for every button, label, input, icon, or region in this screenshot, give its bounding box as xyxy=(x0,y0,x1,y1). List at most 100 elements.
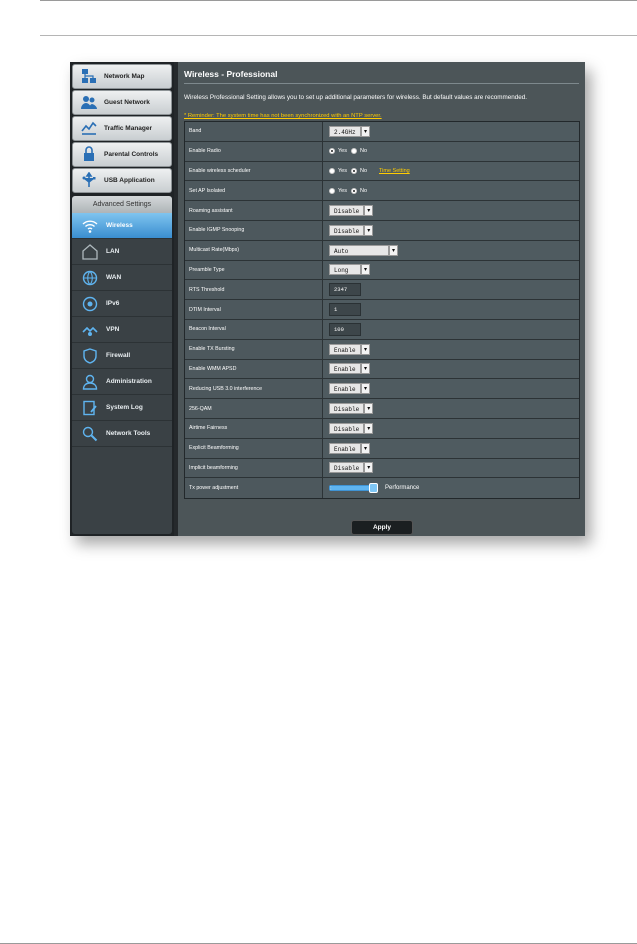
setting-row-tx-bursting: Enable TX Bursting Enable ▾ xyxy=(185,339,579,360)
page-description: Wireless Professional Setting allows you… xyxy=(184,94,527,101)
select-value: Enable xyxy=(329,442,361,454)
slider-handle[interactable] xyxy=(369,483,378,494)
setting-label: Set AP Isolated xyxy=(185,181,323,201)
sidebar-item-wan[interactable]: WAN xyxy=(72,265,172,291)
setting-row-airtime-fairness: Airtime Fairness Disable ▾ xyxy=(185,418,579,439)
chevron-down-icon: ▾ xyxy=(361,383,370,395)
wmm-apsd-select[interactable]: Enable ▾ xyxy=(329,363,370,375)
sidebar-item-network-map[interactable]: Network Map xyxy=(72,64,172,89)
ipv6-icon xyxy=(82,296,98,312)
setting-label: DTIM Interval xyxy=(185,300,323,319)
ap-isolated-yes-radio[interactable]: Yes xyxy=(329,187,347,194)
qam256-select[interactable]: Disable ▾ xyxy=(329,403,374,415)
radio-label: Yes xyxy=(338,187,347,194)
select-value: Auto xyxy=(329,244,389,256)
chevron-down-icon: ▾ xyxy=(364,224,374,236)
setting-label: Band xyxy=(185,122,323,141)
setting-label: Beacon Interval xyxy=(185,319,323,339)
vpn-icon xyxy=(82,322,98,338)
setting-label: Enable Radio xyxy=(185,141,323,161)
multicast-rate-select[interactable]: Auto ▾ xyxy=(329,244,398,256)
setting-row-beacon-interval: Beacon Interval 100 xyxy=(185,319,579,340)
scheduler-yes-radio[interactable]: Yes xyxy=(329,167,347,174)
select-value: Disable xyxy=(329,205,365,217)
beacon-interval-input[interactable]: 100 xyxy=(329,322,361,336)
sidebar-item-ipv6[interactable]: IPv6 xyxy=(72,291,172,317)
setting-row-explicit-beamforming: Explicit Beamforming Enable ▾ xyxy=(185,438,579,459)
sidebar: Network Map Guest Network Traffic Manage… xyxy=(70,62,174,536)
setting-label: Preamble Type xyxy=(185,260,323,280)
airtime-fairness-select[interactable]: Disable ▾ xyxy=(329,422,374,434)
sidebar-item-label: System Log xyxy=(106,404,143,411)
select-value: Enable xyxy=(329,383,361,395)
setting-row-roaming-assistant: Roaming assistant Disable ▾ xyxy=(185,201,579,221)
sidebar-item-system-log[interactable]: System Log xyxy=(72,395,172,421)
dtim-interval-input[interactable]: 1 xyxy=(329,303,361,317)
sidebar-item-guest-network[interactable]: Guest Network xyxy=(72,90,172,115)
sidebar-item-lan[interactable]: LAN xyxy=(72,239,172,265)
sidebar-item-usb-application[interactable]: USB Application xyxy=(72,168,172,193)
sidebar-item-firewall[interactable]: Firewall xyxy=(72,343,172,369)
scheduler-no-radio[interactable]: No xyxy=(350,167,367,174)
sidebar-item-wireless[interactable]: Wireless xyxy=(72,213,172,239)
setting-label: Reducing USB 3.0 interference xyxy=(185,379,323,399)
advanced-settings-menu: Advanced Settings Wireless LAN WAN IPv6 … xyxy=(72,196,172,534)
chevron-down-icon: ▾ xyxy=(361,264,370,276)
setting-label: Enable wireless scheduler xyxy=(185,161,323,181)
radio-label: No xyxy=(359,148,368,155)
explicit-beamforming-select[interactable]: Enable ▾ xyxy=(329,442,370,454)
setting-row-enable-radio: Enable Radio Yes No xyxy=(185,141,579,162)
sidebar-top-menu: Network Map Guest Network Traffic Manage… xyxy=(72,64,172,194)
sidebar-item-label: Parental Controls xyxy=(104,150,159,158)
sidebar-item-label: IPv6 xyxy=(106,300,120,307)
sidebar-item-administration[interactable]: Administration xyxy=(72,369,172,395)
sidebar-item-label: Firewall xyxy=(106,352,131,359)
igmp-snooping-select[interactable]: Disable ▾ xyxy=(329,224,374,236)
radio-label: Yes xyxy=(338,148,347,155)
chevron-down-icon: ▾ xyxy=(364,205,374,217)
tx-bursting-select[interactable]: Enable ▾ xyxy=(329,343,370,355)
setting-row-ap-isolated: Set AP Isolated Yes No xyxy=(185,181,579,202)
band-select[interactable]: 2.4GHz ▾ xyxy=(329,125,370,137)
setting-label: Enable IGMP Snooping xyxy=(185,220,323,240)
sidebar-item-network-tools[interactable]: Network Tools xyxy=(72,421,172,447)
setting-row-band: Band 2.4GHz ▾ xyxy=(185,122,579,142)
setting-label: 256-QAM xyxy=(185,399,323,418)
radio-dot xyxy=(350,187,357,194)
sidebar-item-traffic-manager[interactable]: Traffic Manager xyxy=(72,116,172,141)
setting-label: Implicit beamforming xyxy=(185,458,323,478)
setting-label: Enable TX Bursting xyxy=(185,339,323,359)
wireless-icon xyxy=(82,218,98,234)
rts-threshold-input[interactable]: 2347 xyxy=(329,283,361,297)
setting-row-dtim-interval: DTIM Interval 1 xyxy=(185,300,579,320)
lan-icon xyxy=(82,243,98,260)
sidebar-item-parental-controls[interactable]: Parental Controls xyxy=(72,142,172,167)
implicit-beamforming-select[interactable]: Disable ▾ xyxy=(329,462,374,474)
usb3-interference-select[interactable]: Enable ▾ xyxy=(329,383,370,395)
ntp-reminder-link[interactable]: * Reminder: The system time has not been… xyxy=(184,113,382,119)
top-rule xyxy=(40,0,637,1)
preamble-type-select[interactable]: Long ▾ xyxy=(329,264,370,276)
setting-row-tx-power: Tx power adjustment Performance xyxy=(185,478,579,499)
chevron-down-icon: ▾ xyxy=(389,244,398,256)
sidebar-item-label: USB Application xyxy=(104,176,155,184)
header-rule xyxy=(40,35,637,36)
setting-label: RTS Threshold xyxy=(185,280,323,300)
enable-radio-no-radio[interactable]: No xyxy=(350,148,368,155)
sidebar-item-vpn[interactable]: VPN xyxy=(72,317,172,343)
sidebar-item-label: Network Map xyxy=(104,72,145,80)
radio-label: No xyxy=(359,187,368,194)
roaming-assistant-select[interactable]: Disable ▾ xyxy=(329,205,374,217)
setting-row-implicit-beamforming: Implicit beamforming Disable ▾ xyxy=(185,458,579,479)
radio-dot xyxy=(350,167,357,174)
setting-row-multicast-rate: Multicast Rate(Mbps) Auto ▾ xyxy=(185,240,579,261)
tx-power-slider[interactable] xyxy=(329,483,378,494)
ap-isolated-no-radio[interactable]: No xyxy=(350,187,368,194)
time-setting-link[interactable]: Time Setting xyxy=(379,168,410,174)
enable-radio-yes-radio[interactable]: Yes xyxy=(329,148,347,155)
chevron-down-icon: ▾ xyxy=(361,343,370,355)
sidebar-item-label: LAN xyxy=(106,248,120,255)
apply-button[interactable]: Apply xyxy=(351,520,413,535)
sidebar-item-label: Traffic Manager xyxy=(104,124,153,132)
network-tools-icon xyxy=(82,426,98,442)
